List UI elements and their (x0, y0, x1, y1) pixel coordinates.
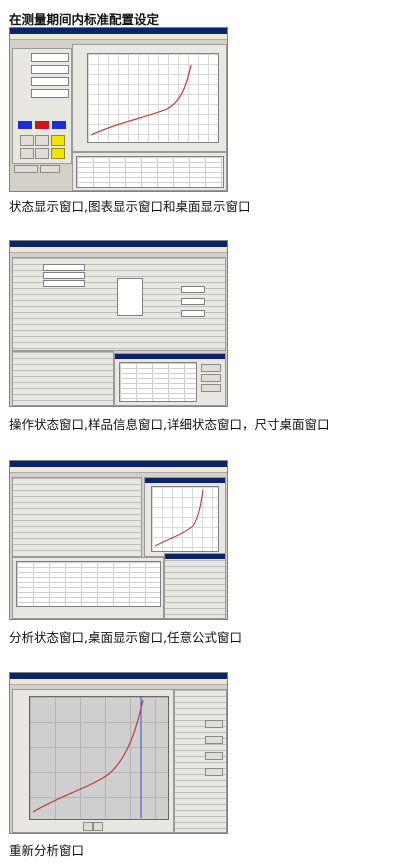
page-heading: 在测量期间内标准配置设定 (9, 12, 160, 27)
formula-window (164, 553, 226, 619)
menu-bar (10, 34, 227, 40)
menu-bar (10, 679, 227, 685)
button[interactable] (14, 165, 38, 173)
caption-2: 操作状态窗口,样品信息窗口,详细状态窗口，尺寸桌面窗口 (9, 417, 330, 432)
operation-status-window (12, 257, 226, 351)
button[interactable] (201, 374, 221, 382)
size-table (119, 362, 197, 402)
stress-strain-curve (90, 64, 192, 136)
screenshot-operation-sample-detail (9, 240, 228, 407)
button[interactable] (40, 165, 60, 173)
stress-strain-curve (154, 489, 204, 547)
caption-3: 分析状态窗口,桌面显示窗口,任意公式窗口 (9, 630, 242, 645)
stress-strain-curve (32, 696, 144, 818)
reanalysis-settings-panel (174, 689, 227, 833)
button[interactable] (201, 384, 221, 392)
next-button[interactable] (93, 822, 103, 831)
caption-4: 重新分析窗口 (9, 843, 85, 858)
table-window (12, 557, 164, 619)
reanalysis-graph-window (12, 689, 174, 833)
menu-bar (10, 247, 227, 253)
graph-window (144, 477, 226, 557)
results-table (76, 156, 224, 188)
prev-button[interactable] (83, 822, 93, 831)
analysis-status-window (12, 477, 142, 557)
graph-window (72, 44, 227, 152)
sample-info-window (12, 351, 114, 406)
menu-bar (10, 467, 227, 473)
table-window (72, 152, 227, 191)
button[interactable] (201, 364, 221, 372)
size-table-window (114, 353, 226, 406)
screenshot-status-graph-table (9, 27, 228, 192)
specimen-diagram (117, 278, 143, 316)
results-table (16, 561, 161, 607)
caption-1: 状态显示窗口,图表显示窗口和桌面显示窗口 (9, 199, 251, 214)
screenshot-reanalysis (9, 672, 228, 834)
screenshot-analysis-formula (9, 460, 228, 620)
status-panel (12, 48, 72, 164)
